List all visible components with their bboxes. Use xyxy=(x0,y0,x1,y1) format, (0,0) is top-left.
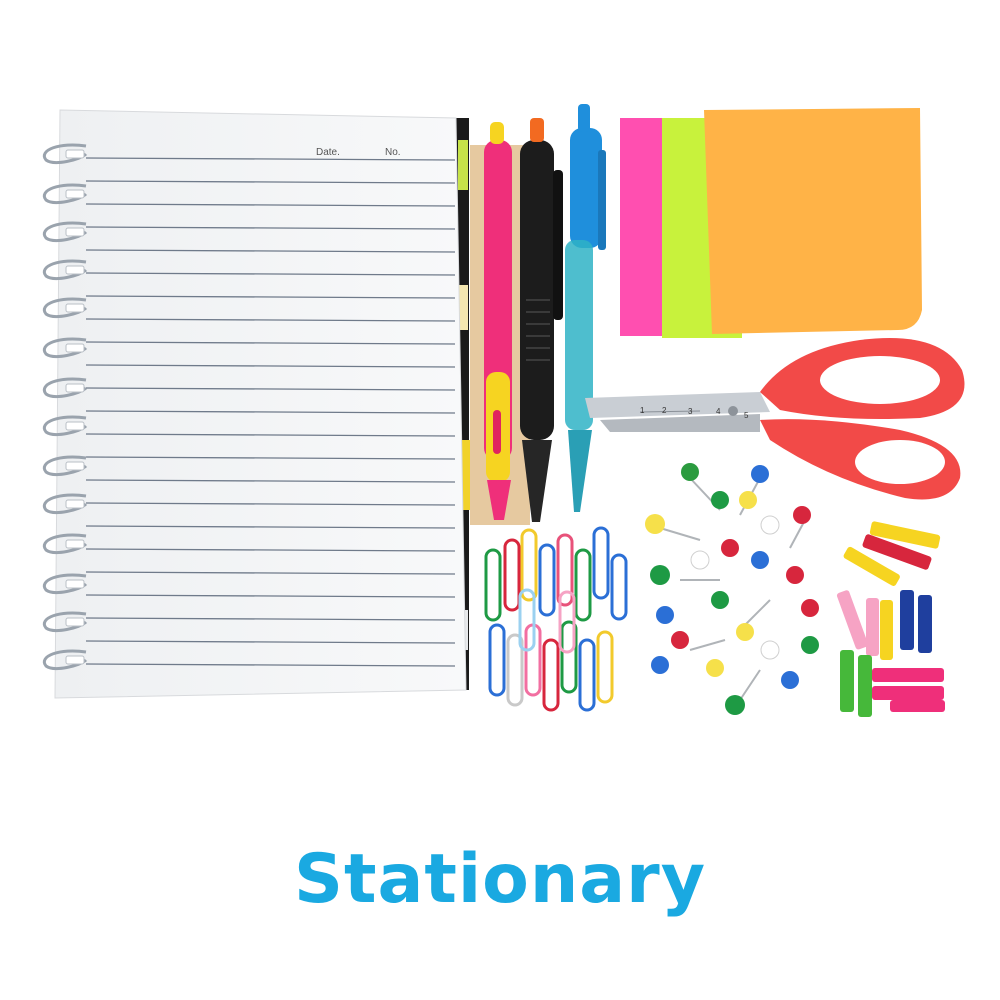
ruler-mark-1: 1 xyxy=(640,406,645,415)
scissors: 1 2 3 4 5 xyxy=(585,338,965,500)
ruler-mark-5: 5 xyxy=(744,411,749,420)
ruler-mark-3: 3 xyxy=(688,407,693,416)
sticky-notes xyxy=(620,108,922,338)
blue-pen xyxy=(565,104,606,512)
pink-pen xyxy=(484,122,512,520)
clothespins xyxy=(836,521,945,717)
ruler-mark-4: 4 xyxy=(716,407,721,416)
black-pen xyxy=(520,118,563,522)
stationery-photo: Date. No. 1 2 3 4 5 Stationary xyxy=(42,104,965,919)
notebook-no-label: No. xyxy=(385,147,401,158)
ruler-mark-2: 2 xyxy=(662,406,667,415)
spiral-notebook: Date. No. xyxy=(42,109,470,699)
paper-clips xyxy=(484,526,628,712)
notebook-date-label: Date. xyxy=(316,147,340,158)
push-pins xyxy=(645,463,819,715)
caption-title: Stationary xyxy=(294,840,706,919)
